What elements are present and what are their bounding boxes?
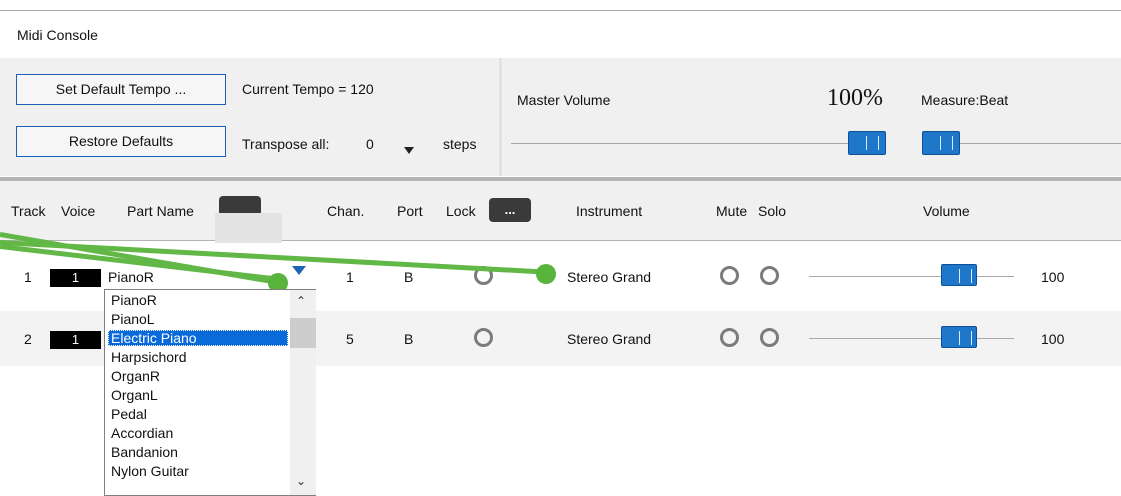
col-track: Track — [11, 203, 46, 219]
col-chan: Chan. — [327, 203, 365, 219]
transpose-unit: steps — [443, 136, 477, 152]
col-mute: Mute — [716, 203, 748, 219]
measure-beat-label: Measure:Beat — [921, 92, 1009, 108]
part-dropdown-arrow-icon[interactable] — [292, 266, 306, 275]
dropdown-option[interactable]: Accordian — [108, 425, 288, 441]
chevron-down-icon[interactable]: ⌄ — [296, 474, 306, 488]
voice-box[interactable]: 1 — [50, 331, 101, 349]
lock-menu-button[interactable]: ... — [489, 198, 531, 222]
volume-value: 100 — [1041, 269, 1065, 285]
dropdown-option[interactable]: OrganL — [108, 387, 288, 403]
current-tempo-readout: Current Tempo = 120 — [242, 81, 374, 97]
lock-toggle[interactable] — [474, 328, 493, 347]
current-tempo-value: 120 — [350, 81, 374, 97]
transpose-value[interactable]: 0 — [366, 136, 374, 152]
col-voice: Voice — [61, 203, 96, 219]
volume-track[interactable] — [809, 276, 1014, 277]
master-volume-value: 100% — [827, 85, 883, 111]
col-part-name: Part Name — [127, 203, 194, 219]
window-title: Midi Console — [17, 27, 98, 43]
dropdown-scrollbar-thumb[interactable] — [290, 318, 316, 348]
part-name-header-overlay — [215, 213, 282, 243]
voice-box[interactable]: 1 — [50, 269, 101, 287]
volume-thumb[interactable] — [941, 264, 977, 286]
col-port: Port — [397, 203, 423, 219]
col-volume: Volume — [923, 203, 970, 219]
dropdown-option[interactable]: Bandanion — [108, 444, 288, 460]
volume-value: 100 — [1041, 331, 1065, 347]
restore-defaults-button[interactable]: Restore Defaults — [16, 126, 226, 157]
mute-toggle[interactable] — [720, 266, 739, 285]
dropdown-option[interactable]: Nylon Guitar — [108, 463, 288, 479]
dropdown-option[interactable]: PianoR — [108, 292, 288, 308]
header-bottom-border — [0, 240, 1121, 241]
master-volume-track[interactable] — [511, 143, 886, 144]
part-name[interactable]: PianoR — [108, 269, 154, 285]
set-default-tempo-button[interactable]: Set Default Tempo ... — [16, 74, 226, 105]
master-volume-thumb[interactable] — [848, 131, 886, 155]
channel[interactable]: 1 — [346, 269, 354, 285]
instrument[interactable]: Stereo Grand — [567, 331, 651, 347]
track-number: 2 — [24, 331, 32, 347]
mute-toggle[interactable] — [720, 328, 739, 347]
transpose-label: Transpose all: — [242, 136, 330, 152]
measure-beat-thumb[interactable] — [922, 131, 960, 155]
col-solo: Solo — [758, 203, 787, 219]
control-panel-divider — [499, 58, 502, 176]
chevron-up-icon[interactable]: ⌃ — [296, 294, 306, 308]
dropdown-option-selected[interactable]: Electric Piano — [108, 330, 288, 346]
volume-thumb[interactable] — [941, 326, 977, 348]
master-volume-label: Master Volume — [517, 92, 611, 108]
dropdown-option[interactable]: PianoL — [108, 311, 288, 327]
transpose-dropdown-arrow-icon[interactable] — [404, 141, 414, 157]
current-tempo-label: Current Tempo = — [242, 81, 351, 97]
port[interactable]: B — [404, 331, 413, 347]
part-name-dropdown-list[interactable]: PianoR PianoL Electric Piano Harpsichord… — [104, 289, 316, 496]
dropdown-option[interactable]: Pedal — [108, 406, 288, 422]
dropdown-option[interactable]: Harpsichord — [108, 349, 288, 365]
dropdown-option[interactable]: OrganR — [108, 368, 288, 384]
solo-toggle[interactable] — [760, 266, 779, 285]
annotation-dot — [536, 264, 556, 284]
volume-track[interactable] — [809, 338, 1014, 339]
col-instrument: Instrument — [576, 203, 643, 219]
channel[interactable]: 5 — [346, 331, 354, 347]
instrument[interactable]: Stereo Grand — [567, 269, 651, 285]
solo-toggle[interactable] — [760, 328, 779, 347]
col-lock: Lock — [446, 203, 476, 219]
port[interactable]: B — [404, 269, 413, 285]
track-number: 1 — [24, 269, 32, 285]
top-border — [0, 10, 1121, 11]
